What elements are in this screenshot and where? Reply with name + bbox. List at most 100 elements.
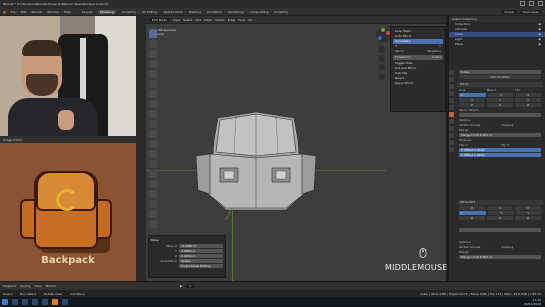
tab-scripting[interactable]: Scripting: [274, 10, 287, 14]
move-tool-icon[interactable]: [149, 50, 157, 58]
operator-title[interactable]: Move: [151, 238, 223, 242]
cursor-tool-icon[interactable]: [149, 40, 157, 48]
measure-tool-icon[interactable]: [149, 100, 157, 108]
mirror2-merge-limit-field[interactable]: Merge Limit 0.001 m: [459, 255, 541, 259]
tab-uv-editing[interactable]: UV Editing: [142, 10, 158, 14]
move-y-value[interactable]: 0.0000 m: [179, 249, 223, 253]
search-icon[interactable]: [12, 299, 18, 305]
poly-build-tool-icon[interactable]: [149, 160, 157, 168]
mirror-modifier-2-header[interactable]: Mirror.001: [457, 200, 543, 205]
select-tool-icon[interactable]: [149, 30, 157, 38]
tool-tab-icon[interactable]: [449, 70, 454, 75]
menu-mesh[interactable]: Mesh: [204, 18, 212, 22]
add-modifier-button[interactable]: Add Modifier: [459, 75, 541, 79]
loop-cut-tool-icon[interactable]: [149, 140, 157, 148]
particles-tab-icon[interactable]: [449, 119, 454, 124]
timeline-playback[interactable]: Playback: [3, 284, 16, 288]
mirror2-flip-y-toggle[interactable]: Y: [515, 211, 541, 215]
menu-file[interactable]: File: [10, 10, 17, 14]
option-apply-mirror[interactable]: Apply Mirror: [393, 81, 443, 86]
menu-edge[interactable]: Edge: [228, 18, 236, 22]
shear-tool-icon[interactable]: [149, 210, 157, 218]
scene-field[interactable]: Scene: [501, 9, 517, 14]
outliner-item-plane[interactable]: Plane ◉: [449, 42, 545, 47]
camera-view-icon[interactable]: [378, 64, 385, 71]
tab-compositing[interactable]: Compositing: [250, 10, 269, 14]
mirror2-bisect-y-toggle[interactable]: Y: [488, 211, 514, 215]
bisect-y-toggle[interactable]: Y: [487, 98, 513, 102]
gizmo-y-axis-icon[interactable]: [381, 28, 385, 32]
extrude-tool-icon[interactable]: [149, 110, 157, 118]
flip-y-toggle[interactable]: Y: [515, 98, 541, 102]
output-tab-icon[interactable]: [449, 84, 454, 89]
tab-modeling[interactable]: Modeling: [98, 9, 116, 14]
menu-help[interactable]: Help: [63, 10, 72, 14]
tab-shading[interactable]: Shading: [189, 10, 201, 14]
pan-icon[interactable]: [378, 55, 385, 62]
timeline-view[interactable]: View: [34, 284, 41, 288]
bisect-x-toggle[interactable]: X: [488, 93, 514, 97]
constraints-tab-icon[interactable]: [449, 133, 454, 138]
mirror2-axis-x-toggle[interactable]: X: [459, 206, 485, 210]
shrink-tool-icon[interactable]: [149, 200, 157, 208]
merge-limit-field[interactable]: Merge Limit 0.001 m: [459, 133, 541, 137]
tab-layout[interactable]: Layout: [82, 10, 92, 14]
move-x-value[interactable]: -0.0482 m: [179, 244, 223, 248]
gizmo-z-axis-icon[interactable]: [378, 36, 382, 40]
mirror2-clipping-checkbox[interactable]: Clipping: [501, 245, 541, 249]
system-clock[interactable]: 17:15 24/01/2020: [524, 298, 541, 306]
mirror2-vertex-groups-checkbox[interactable]: Vertex Groups: [459, 245, 499, 249]
maximize-icon[interactable]: [529, 1, 534, 6]
threshold-field[interactable]: Threshold 0.001: [393, 55, 443, 60]
task-view-icon[interactable]: [22, 299, 28, 305]
eye-icon[interactable]: ◉: [538, 42, 541, 47]
mirror2-axis-z-toggle[interactable]: Z: [459, 216, 485, 220]
timeline-keying[interactable]: Keying: [20, 284, 30, 288]
timeline-marker[interactable]: Marker: [46, 284, 56, 288]
view-layer-field[interactable]: View Layer: [519, 9, 542, 14]
mirror-object-field[interactable]: [459, 113, 541, 117]
inset-tool-icon[interactable]: [149, 120, 157, 128]
bisect-z-toggle[interactable]: Z: [487, 103, 513, 107]
world-tab-icon[interactable]: [449, 98, 454, 103]
menu-window[interactable]: Window: [46, 10, 60, 14]
backpack-mesh[interactable]: [196, 110, 316, 220]
ortho-toggle-icon[interactable]: [378, 73, 385, 80]
annotate-tool-icon[interactable]: [149, 90, 157, 98]
flip-x-toggle[interactable]: X: [515, 93, 541, 97]
axis-x-toggle[interactable]: X: [459, 93, 487, 97]
browser-icon[interactable]: [42, 299, 48, 305]
menu-uv[interactable]: UV: [248, 18, 252, 22]
orientation-value[interactable]: Global: [179, 259, 223, 263]
data-tab-icon[interactable]: [449, 140, 454, 145]
u-offset-field[interactable]: U Offset 0.0000: [459, 148, 541, 152]
start-menu-icon[interactable]: [2, 299, 8, 305]
scale-tool-icon[interactable]: [149, 70, 157, 78]
mirror2-axis-y-toggle[interactable]: Y: [459, 211, 487, 215]
mirror2-object-field[interactable]: [459, 228, 541, 232]
rip-tool-icon[interactable]: [149, 220, 157, 228]
menu-view[interactable]: View: [173, 18, 180, 22]
smooth-tool-icon[interactable]: [149, 180, 157, 188]
mirror2-merge-checkbox[interactable]: Merge: [459, 250, 468, 254]
transform-tool-icon[interactable]: [149, 80, 157, 88]
minimize-icon[interactable]: [520, 1, 525, 6]
mirror-modifier-header[interactable]: Mirror: [457, 82, 543, 87]
menu-add[interactable]: Add: [195, 18, 201, 22]
tab-texture-paint[interactable]: Texture Paint: [163, 10, 182, 14]
menu-face[interactable]: Face: [238, 18, 245, 22]
vertex-groups-checkbox[interactable]: Vertex Groups: [459, 123, 499, 127]
current-frame-field[interactable]: 1: [186, 284, 195, 288]
mirror-direction-value[interactable]: Negative: [428, 49, 441, 54]
spin-tool-icon[interactable]: [149, 170, 157, 178]
menu-select[interactable]: Select: [183, 18, 192, 22]
mode-selector[interactable]: Edit Mode: [149, 17, 170, 22]
menu-vertex[interactable]: Vertex: [215, 18, 225, 22]
mirror2-bisect-z-toggle[interactable]: Z: [487, 216, 513, 220]
v-offset-field[interactable]: V Offset 0.0000: [459, 153, 541, 157]
rotate-tool-icon[interactable]: [149, 60, 157, 68]
edge-slide-tool-icon[interactable]: [149, 190, 157, 198]
flip-z-toggle[interactable]: Z: [515, 103, 541, 107]
tab-sculpting[interactable]: Sculpting: [122, 10, 136, 14]
bevel-tool-icon[interactable]: [149, 130, 157, 138]
